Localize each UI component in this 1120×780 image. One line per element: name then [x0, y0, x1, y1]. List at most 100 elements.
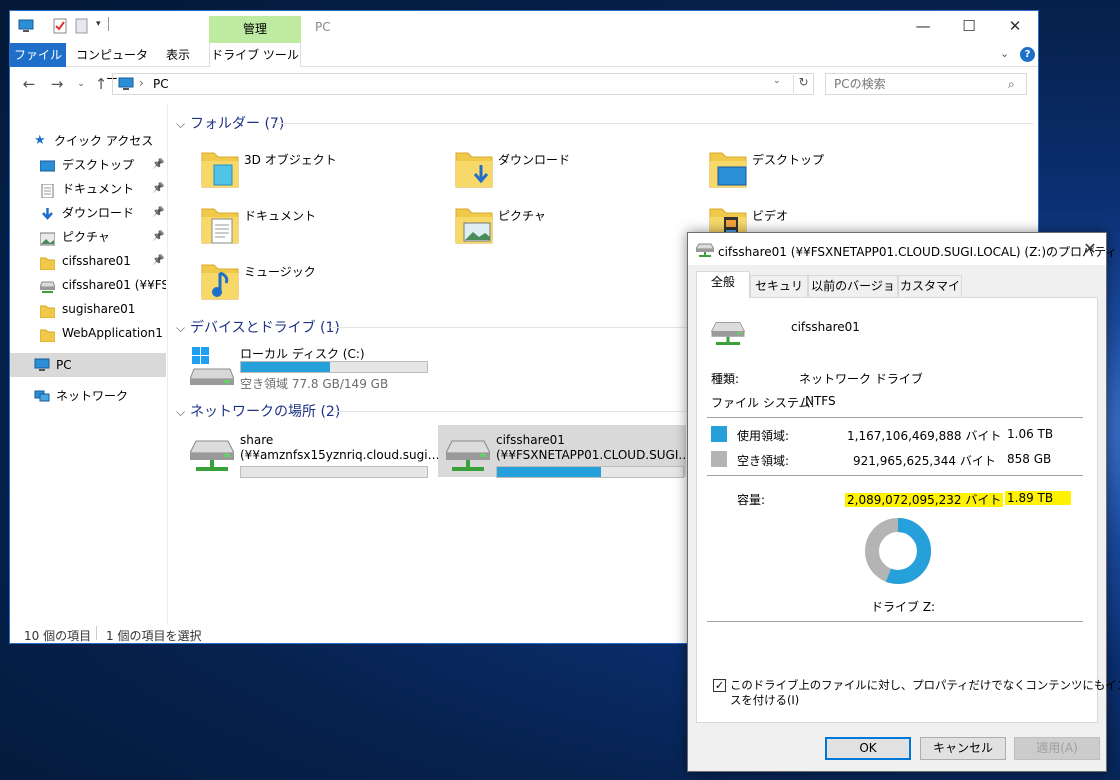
tab-view[interactable]: 表示	[156, 43, 200, 67]
nav-item[interactable]: WebApplication1	[10, 321, 166, 345]
help-icon[interactable]: ?	[1020, 47, 1035, 62]
nav-item[interactable]: ドキュメント 📌	[10, 177, 166, 201]
folder-item[interactable]: ドキュメント	[200, 203, 440, 253]
nav-item[interactable]: デスクトップ 📌	[10, 153, 166, 177]
nav-label: ドキュメント	[62, 182, 135, 196]
close-button[interactable]: ✕	[992, 11, 1038, 43]
back-button[interactable]: ←	[18, 74, 40, 94]
address-dropdown-icon[interactable]: ⌄	[773, 76, 781, 86]
apply-button[interactable]: 適用(A)	[1014, 737, 1100, 760]
qat-divider	[108, 17, 109, 31]
pin-icon[interactable]: 📌	[152, 249, 164, 273]
documents-icon	[201, 208, 239, 244]
network-drive-icon	[446, 440, 490, 471]
properties-icon[interactable]	[52, 18, 68, 34]
nav-label: ピクチャ	[62, 230, 110, 244]
folder-item[interactable]: 3D オブジェクト	[200, 147, 440, 197]
network-drive-cifsshare01[interactable]: cifsshare01 (¥¥FSXNETAPP01.CLOUD.SUGI.LO…	[446, 431, 696, 483]
folder-item[interactable]: ピクチャ	[454, 203, 694, 253]
nav-label: クイック アクセス	[54, 134, 154, 148]
nav-item[interactable]: cifsshare01 (¥¥FSXN	[10, 273, 166, 297]
dialog-titlebar: cifsshare01 (¥¥FSXNETAPP01.CLOUD.SUGI.LO…	[688, 233, 1117, 265]
folder-item[interactable]: デスクトップ	[708, 147, 948, 197]
tab-computer[interactable]: コンピューター	[72, 43, 152, 86]
nav-label: sugishare01	[62, 302, 136, 316]
pictures-icon	[455, 208, 493, 244]
nav-quick-access[interactable]: ★ クイック アクセス	[10, 129, 166, 153]
tab-customize[interactable]: カスタマイズ	[898, 275, 962, 313]
qat-customize-icon[interactable]: ▾	[96, 19, 101, 29]
nav-pc[interactable]: PC	[10, 353, 166, 377]
nav-item[interactable]: ダウンロード 📌	[10, 201, 166, 225]
network-drive-icon	[696, 243, 714, 257]
tab-security[interactable]: セキュリティ	[750, 275, 808, 313]
network-drive-share[interactable]: share (¥¥amznfsx15yznriq.cloud.sugi.lo..…	[190, 431, 440, 483]
nav-label: cifsshare01	[62, 254, 131, 268]
pin-icon[interactable]: 📌	[152, 225, 164, 249]
pin-icon[interactable]: 📌	[152, 201, 164, 225]
star-icon: ★	[34, 133, 46, 148]
forward-button[interactable]: →	[46, 74, 68, 94]
dialog-close-button[interactable]: ✕	[1078, 237, 1102, 261]
manage-tab-group[interactable]: 管理	[209, 16, 301, 43]
recent-locations-icon[interactable]: ⌄	[70, 74, 92, 94]
tab-file[interactable]: ファイル	[10, 43, 66, 67]
search-input[interactable]: PCの検索 ⌕	[825, 73, 1027, 95]
up-button[interactable]: ↑	[90, 74, 112, 94]
drive-free-space: 空き領域 77.8 GB/149 GB	[240, 377, 389, 391]
index-checkbox[interactable]: ✓	[713, 679, 726, 692]
section-folders-header[interactable]: ⌵ フォルダー (7)	[176, 113, 284, 133]
section-divider	[334, 411, 694, 412]
folder-label: ミュージック	[244, 265, 316, 279]
item-count: 10 個の項目	[24, 629, 92, 643]
pin-icon[interactable]: 📌	[152, 177, 164, 201]
nav-label: ダウンロード	[62, 206, 135, 220]
nav-item[interactable]: cifsshare01 📌	[10, 249, 166, 273]
nav-label: cifsshare01 (¥¥FSXN	[62, 278, 166, 292]
folder-label: デスクトップ	[752, 153, 825, 167]
refresh-icon[interactable]: ↻	[793, 75, 813, 93]
network-drive-icon	[711, 322, 745, 345]
breadcrumb-separator-icon: ›	[139, 76, 144, 90]
picture-icon	[39, 230, 56, 246]
folder-item[interactable]: ダウンロード	[454, 147, 694, 197]
nav-network[interactable]: ネットワーク	[10, 384, 166, 408]
tab-general[interactable]: 全般	[696, 271, 750, 298]
nav-item[interactable]: sugishare01	[10, 297, 166, 321]
index-option-label-1: このドライブ上のファイルに対し、プロパティだけでなくコンテンツにもインデックス	[730, 678, 1120, 692]
computer-icon	[118, 77, 134, 90]
section-network-header[interactable]: ⌵ ネットワークの場所 (2)	[176, 401, 340, 421]
type-label: 種類:	[711, 372, 740, 386]
tab-drive-tools[interactable]: ドライブ ツール	[209, 43, 301, 67]
minimize-button[interactable]: —	[900, 11, 946, 43]
window-title: PC	[315, 20, 331, 34]
address-bar[interactable]: › PC ⌄ ↻	[112, 73, 814, 95]
ok-button[interactable]: OK	[825, 737, 911, 760]
section-devices-header[interactable]: ⌵ デバイスとドライブ (1)	[176, 317, 340, 337]
maximize-button[interactable]: ☐	[946, 11, 992, 43]
folder-item[interactable]: ミュージック	[200, 259, 440, 309]
folder-label: ダウンロード	[498, 153, 571, 167]
ribbon-tabs: ファイル コンピューター 表示 ドライブ ツール ⌄ ?	[10, 43, 1038, 86]
general-panel: cifsshare01 種類: ネットワーク ドライブ ファイル システム: N…	[696, 297, 1120, 723]
navigation-pane: ★ クイック アクセス デスクトップ 📌 ドキュメント 📌 ダウンロード 📌 ピクチャ 📌 ci…	[10, 103, 168, 623]
dialog-title: cifsshare01 (¥¥FSXNETAPP01.CLOUD.SUGI.LO…	[718, 245, 1118, 259]
separator	[707, 417, 1083, 418]
drive-name: cifsshare01	[496, 433, 565, 447]
new-folder-icon[interactable]	[74, 18, 90, 34]
ribbon-expand-icon[interactable]: ⌄	[1000, 47, 1009, 60]
folder-icon	[39, 326, 56, 343]
cancel-button[interactable]: キャンセル	[920, 737, 1006, 760]
search-placeholder: PCの検索	[834, 77, 886, 91]
folder-icon	[39, 254, 56, 271]
checkmark-icon: ✓	[714, 679, 725, 692]
nav-item[interactable]: ピクチャ 📌	[10, 225, 166, 249]
section-divider	[274, 123, 1034, 124]
drive-usage-fill	[241, 362, 330, 372]
pin-icon[interactable]: 📌	[152, 153, 164, 177]
tab-previous-versions[interactable]: 以前のバージョン	[808, 275, 898, 313]
separator	[707, 621, 1083, 622]
local-disk-c[interactable]: ローカル ディスク (C:) 空き領域 77.8 GB/149 GB	[190, 343, 430, 395]
used-space-size: 1.06 TB	[1007, 427, 1054, 441]
breadcrumb-pc[interactable]: PC	[153, 77, 169, 91]
